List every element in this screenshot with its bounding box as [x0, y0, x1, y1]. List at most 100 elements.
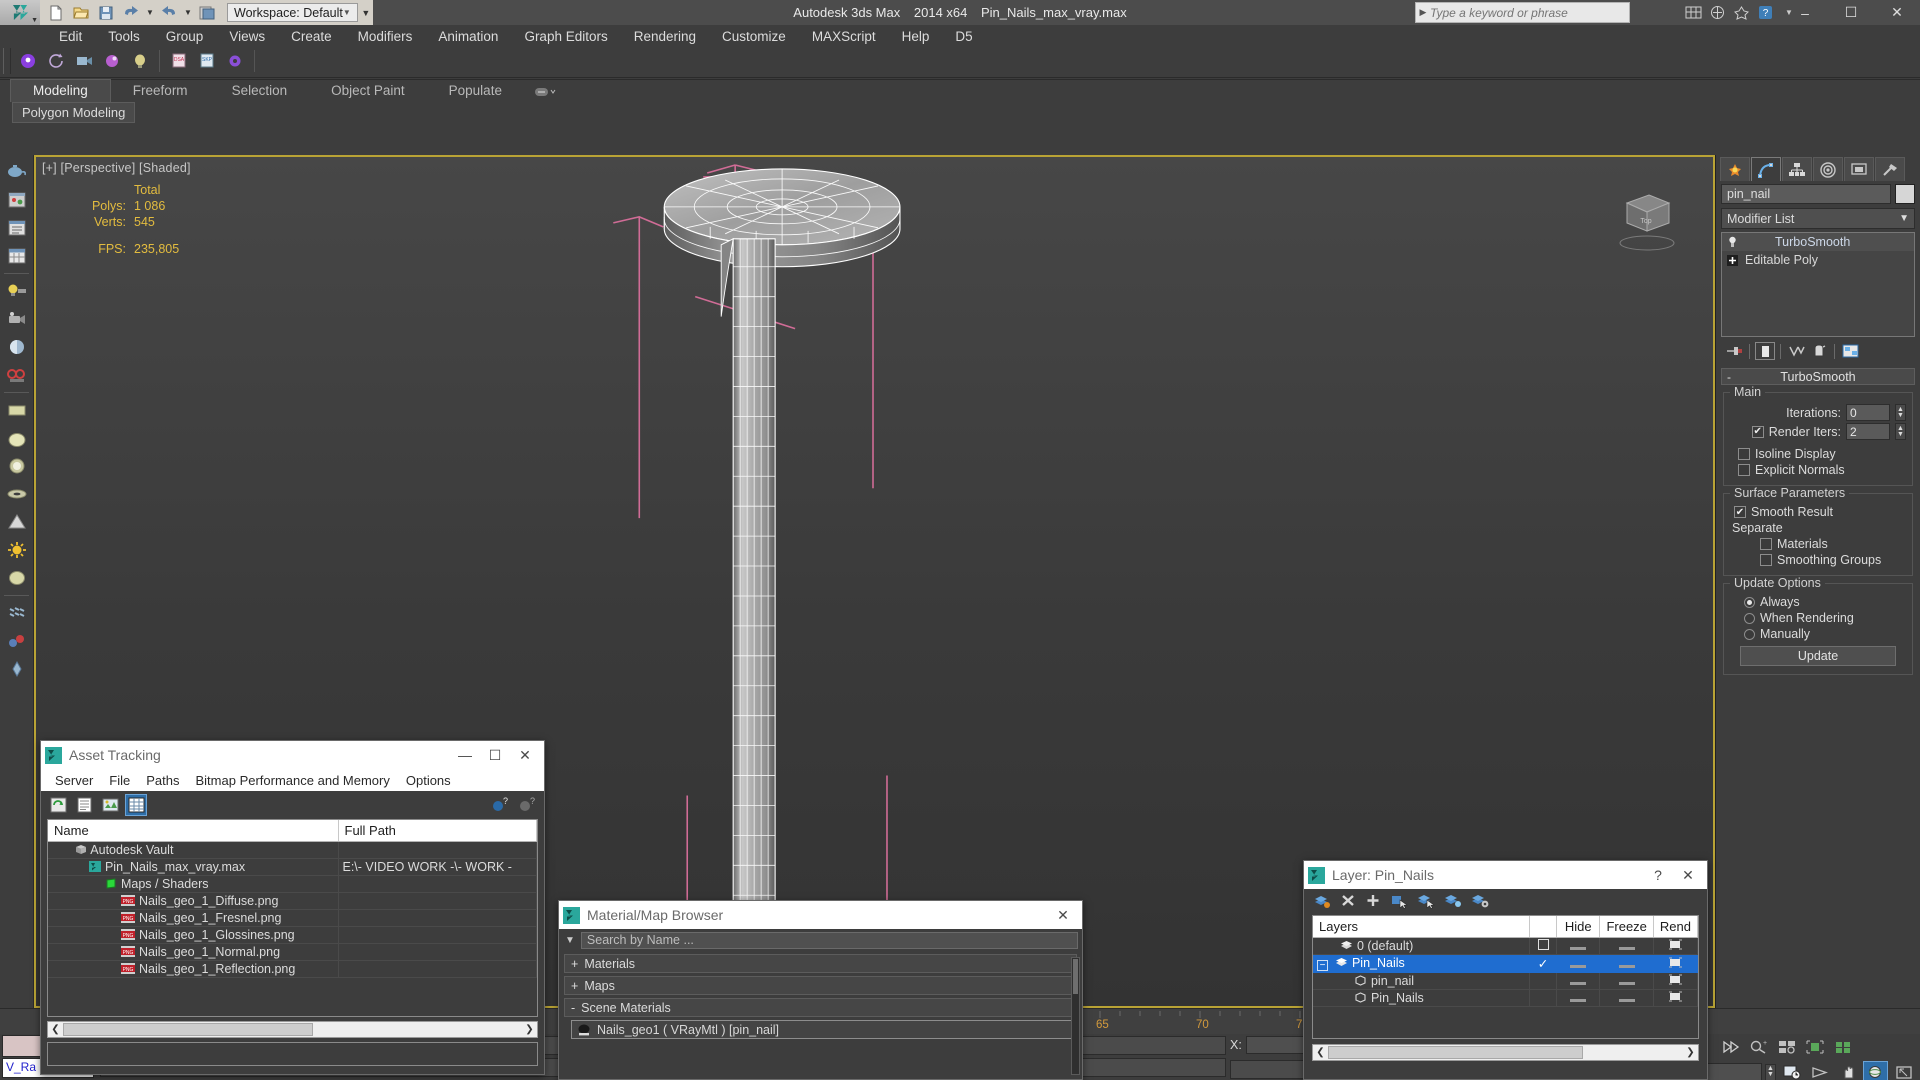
asset-tracking-maximize[interactable]: ☐ [480, 742, 510, 768]
current-layer-check[interactable]: ✓ [1529, 954, 1557, 973]
maps-section[interactable]: + Maps [564, 976, 1077, 995]
layer-hscroll[interactable]: ❮ ❯ [1312, 1044, 1699, 1061]
table-row[interactable]: Maps / Shaders [48, 875, 537, 893]
bones-icon[interactable] [2, 655, 32, 683]
object-name-field[interactable]: pin_nail [1721, 184, 1891, 204]
current-layer-checkbox[interactable] [1537, 939, 1549, 950]
asset-tracking-minimize[interactable]: — [450, 742, 480, 768]
open-scene-icon[interactable] [2, 186, 32, 214]
make-unique-icon[interactable] [1786, 342, 1806, 360]
freeze-toggle[interactable] [1618, 982, 1635, 985]
render-iters-field[interactable]: 2 [1846, 423, 1890, 440]
create-new-layer-icon[interactable] [1313, 893, 1331, 912]
ribbon-tab-modeling[interactable]: Modeling [10, 79, 111, 102]
table-row[interactable]: Pin_Nails [1313, 989, 1698, 1007]
show-end-result-icon[interactable] [1755, 342, 1775, 360]
isoline-display-checkbox[interactable] [1738, 448, 1750, 460]
ribbon-minimize-icon[interactable] [524, 81, 566, 102]
scroll-thumb[interactable] [1073, 959, 1078, 994]
pin-stack-icon[interactable] [1724, 342, 1744, 360]
smoothing-groups-checkbox[interactable] [1760, 554, 1772, 566]
zoom-all-icon[interactable] [1774, 1036, 1799, 1058]
search-filter-icon[interactable]: ▼ [563, 935, 577, 946]
scroll-left-icon[interactable]: ❮ [1313, 1047, 1328, 1058]
expand-plus-icon[interactable] [1726, 254, 1739, 267]
object-color-swatch[interactable] [1895, 184, 1915, 204]
torus-primitive-icon[interactable] [2, 480, 32, 508]
table-row[interactable]: − Pin_Nails ✓ [1313, 954, 1698, 973]
app-logo-button[interactable]: ▼ [0, 0, 40, 25]
modifier-stack[interactable]: TurboSmooth Editable Poly [1721, 232, 1915, 337]
geosphere-icon[interactable] [2, 564, 32, 592]
field-of-view-icon[interactable] [1807, 1061, 1832, 1080]
when-rendering-radio[interactable] [1744, 612, 1755, 624]
asset-menu-file[interactable]: File [101, 772, 138, 789]
material-browser-vscroll[interactable] [1071, 957, 1080, 1075]
asset-menu-bitmap-performance[interactable]: Bitmap Performance and Memory [188, 772, 398, 789]
scene-material-item[interactable]: Nails_geo1 ( VRayMtl ) [pin_nail] [571, 1020, 1074, 1039]
zoom-extents-icon[interactable] [1802, 1036, 1827, 1058]
helpers-icon[interactable] [2, 627, 32, 655]
add-to-layer-icon[interactable] [1365, 893, 1381, 911]
scroll-thumb[interactable] [63, 1023, 313, 1036]
teapot-primitive-icon[interactable] [2, 158, 32, 186]
close-button[interactable]: ✕ [1874, 0, 1920, 25]
light-create-icon[interactable] [2, 277, 32, 305]
hide-toggle[interactable] [1570, 964, 1587, 968]
d5-camera-icon[interactable] [70, 48, 98, 74]
layer-col-current[interactable] [1529, 916, 1557, 938]
open-file-button[interactable] [69, 2, 93, 24]
list-view-icon[interactable] [73, 794, 95, 816]
skp-import-icon[interactable]: SKP [193, 48, 221, 74]
render-iters-spinner[interactable]: ▲ ▼ [1895, 423, 1906, 440]
render-iters-checkbox[interactable]: ✔ [1751, 425, 1764, 438]
smooth-result-checkbox[interactable]: ✔ [1734, 506, 1746, 518]
scene-list-icon[interactable] [2, 214, 32, 242]
set-current-layer-icon[interactable] [1444, 893, 1462, 912]
omni-light-icon[interactable] [2, 536, 32, 564]
camera-create-icon[interactable] [2, 305, 32, 333]
end-frame-icon[interactable] [1718, 1036, 1743, 1058]
render-toggle-icon[interactable] [1668, 939, 1683, 950]
iterations-spinner[interactable]: ▲ ▼ [1895, 404, 1906, 421]
asset-tracking-close[interactable]: ✕ [510, 742, 540, 768]
time-configuration-icon[interactable] [1779, 1061, 1804, 1080]
table-row[interactable]: PNG Nails_geo_1_Fresnel.png [48, 909, 537, 927]
scene-table-icon[interactable] [2, 242, 32, 270]
exchange-apps-icon[interactable] [1730, 2, 1752, 23]
cylinder-primitive-icon[interactable] [2, 452, 32, 480]
explicit-normals-checkbox[interactable] [1738, 464, 1750, 476]
table-row[interactable]: Pin_Nails_max_vray.max E:\- VIDEO WORK -… [48, 858, 537, 876]
zoom-tool-icon[interactable]: + [1746, 1036, 1771, 1058]
d5-refresh-icon[interactable] [42, 48, 70, 74]
layer-window[interactable]: Layer: Pin_Nails ? ✕ Layers Hide Freeze … [1303, 860, 1708, 1080]
command-tab-hierarchy[interactable] [1782, 157, 1812, 181]
materials-checkbox[interactable] [1760, 538, 1772, 550]
layer-properties-icon[interactable] [1471, 893, 1489, 912]
render-camera-icon[interactable] [2, 361, 32, 389]
view-cube[interactable]: Top [1605, 185, 1685, 255]
scroll-right-icon[interactable]: ❯ [522, 1024, 537, 1035]
render-toggle-icon[interactable] [1668, 991, 1683, 1002]
asset-col-name[interactable]: Name [48, 820, 339, 842]
layer-col-layers[interactable]: Layers [1313, 916, 1531, 938]
autodesk-account-icon[interactable] [1706, 2, 1728, 23]
plugin-toolbar-grip[interactable] [3, 47, 11, 74]
ribbon-tab-selection[interactable]: Selection [210, 80, 310, 102]
asset-tracking-window[interactable]: Asset Tracking — ☐ ✕ Server File Paths B… [40, 740, 545, 1075]
undo-button[interactable] [119, 2, 143, 24]
material-browser-titlebar[interactable]: Material/Map Browser ✕ [559, 901, 1082, 929]
delete-layer-icon[interactable] [1340, 893, 1356, 911]
d5-light-icon[interactable] [126, 48, 154, 74]
stack-item-turbosmooth[interactable]: TurboSmooth [1722, 233, 1914, 251]
help-assets-alt-icon[interactable]: ? [516, 794, 538, 816]
asset-tracking-titlebar[interactable]: Asset Tracking — ☐ ✕ [41, 741, 544, 769]
materials-section[interactable]: + Materials [564, 954, 1077, 973]
ribbon-tab-freeform[interactable]: Freeform [111, 80, 210, 102]
box-primitive-icon[interactable] [2, 396, 32, 424]
scroll-left-icon[interactable]: ❮ [48, 1024, 63, 1035]
asset-col-full-path[interactable]: Full Path [338, 820, 537, 842]
grid-view-icon[interactable] [125, 794, 147, 816]
render-toggle-icon[interactable] [1668, 957, 1683, 968]
project-folder-button[interactable] [195, 2, 219, 24]
